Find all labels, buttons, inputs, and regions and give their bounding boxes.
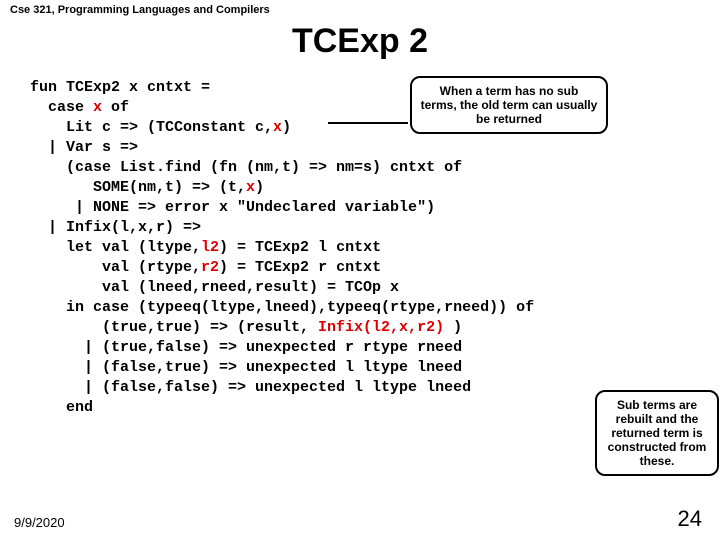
code-line: val (lneed,rneed,result) = TCOp x (30, 279, 399, 296)
code-text: ) (282, 119, 291, 136)
code-highlight: x (93, 99, 102, 116)
code-line: case (30, 99, 93, 116)
code-line: SOME(nm,t) => (t, (30, 179, 246, 196)
callout-no-sub-terms: When a term has no sub terms, the old te… (410, 76, 608, 134)
slide: Cse 321, Programming Languages and Compi… (0, 0, 720, 540)
code-highlight: l2 (201, 239, 219, 256)
course-label: Cse 321, Programming Languages and Compi… (10, 4, 270, 16)
code-line: (case List.find (fn (nm,t) => nm=s) cntx… (30, 159, 462, 176)
code-line: | (false,true) => unexpected l ltype lne… (30, 359, 462, 376)
code-highlight: x (273, 119, 282, 136)
code-line: in case (typeeq(ltype,lneed),typeeq(rtyp… (30, 299, 534, 316)
code-text: of (102, 99, 129, 116)
code-text: ) = TCExp2 l cntxt (219, 239, 381, 256)
code-line: Lit c => (TCConstant c, (30, 119, 273, 136)
code-highlight: x (246, 179, 255, 196)
page-number: 24 (678, 506, 702, 532)
callout-sub-terms-rebuilt: Sub terms are rebuilt and the returned t… (595, 390, 719, 476)
code-text: ) (255, 179, 264, 196)
slide-date: 9/9/2020 (14, 515, 65, 530)
code-line: | Var s => (30, 139, 138, 156)
code-line: (true,true) => (result, (30, 319, 318, 336)
code-line: fun TCExp2 x cntxt = (30, 79, 210, 96)
code-line: | NONE => error x "Undeclared variable") (30, 199, 435, 216)
code-text: ) (444, 319, 462, 336)
code-highlight: r2 (201, 259, 219, 276)
code-line: val (rtype, (30, 259, 201, 276)
code-highlight: Infix(l2,x,r2) (318, 319, 444, 336)
code-line: | Infix(l,x,r) => (30, 219, 201, 236)
callout-pointer (328, 122, 408, 124)
code-line: | (true,false) => unexpected r rtype rne… (30, 339, 462, 356)
page-title: TCExp 2 (0, 22, 720, 61)
code-line: end (30, 399, 93, 416)
code-line: | (false,false) => unexpected l ltype ln… (30, 379, 471, 396)
code-line: let val (ltype, (30, 239, 201, 256)
code-text: ) = TCExp2 r cntxt (219, 259, 381, 276)
